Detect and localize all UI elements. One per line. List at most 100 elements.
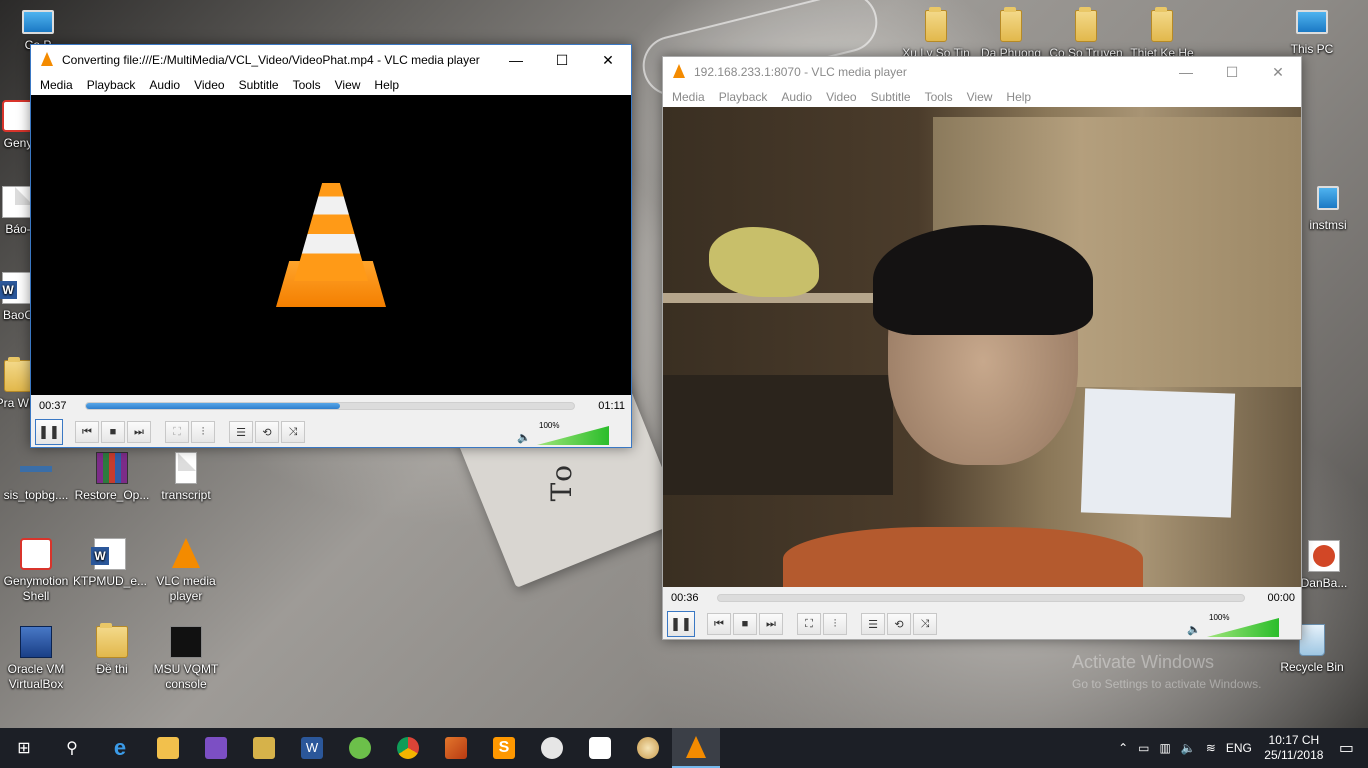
- desktop-icon-ktpmud[interactable]: W KTPMUD_e...: [72, 538, 148, 589]
- taskbar-vlc[interactable]: [672, 728, 720, 768]
- wifi-icon[interactable]: ≋: [1206, 741, 1216, 755]
- sublime-icon: S: [493, 737, 515, 759]
- menu-video[interactable]: Video: [187, 78, 231, 92]
- desktop-icon-msu[interactable]: MSU VQMT console: [148, 626, 224, 692]
- maximize-button[interactable]: ☐: [1209, 57, 1255, 87]
- desktop-icon-xu-ly-so-tin[interactable]: Xu Ly So Tin: [898, 7, 974, 61]
- elapsed-time: 00:36: [671, 592, 699, 604]
- seek-bar[interactable]: [717, 594, 1245, 602]
- taskbar-chrome[interactable]: [384, 728, 432, 768]
- speaker-icon[interactable]: 🔈: [1187, 623, 1201, 636]
- controls-row: ❚❚ ⏮ ■ ⏭ ⛶ ⫶ ☰ ⟲ ⤨ 🔈 100%: [31, 417, 631, 447]
- playlist-button[interactable]: ☰: [861, 613, 885, 635]
- extended-settings-button[interactable]: ⫶: [191, 421, 215, 443]
- volume-control[interactable]: 🔈 100%: [517, 421, 613, 445]
- title-bar[interactable]: 192.168.233.1:8070 - VLC media player — …: [663, 57, 1301, 87]
- tray-chevron-up-icon[interactable]: ⌃: [1118, 741, 1128, 755]
- taskbar-word[interactable]: W: [288, 728, 336, 768]
- vlc-window-converting[interactable]: Converting file:///E:/MultiMedia/VCL_Vid…: [30, 44, 632, 448]
- fullscreen-button[interactable]: ⛶: [797, 613, 821, 635]
- next-button[interactable]: ⏭: [127, 421, 151, 443]
- minimize-button[interactable]: —: [1163, 57, 1209, 87]
- menu-audio[interactable]: Audio: [142, 78, 187, 92]
- stop-button[interactable]: ■: [101, 421, 125, 443]
- menu-tools[interactable]: Tools: [918, 90, 960, 104]
- desktop-icon-da-phuong[interactable]: Da Phuong: [973, 7, 1049, 61]
- vlc-window-stream[interactable]: 192.168.233.1:8070 - VLC media player — …: [662, 56, 1302, 640]
- network-bars-icon[interactable]: ▥: [1160, 741, 1171, 755]
- menu-playback[interactable]: Playback: [712, 90, 775, 104]
- speaker-icon[interactable]: 🔈: [517, 431, 531, 444]
- menu-tools[interactable]: Tools: [286, 78, 328, 92]
- desktop-icon-virtualbox[interactable]: Oracle VM VirtualBox: [0, 626, 74, 692]
- menu-audio[interactable]: Audio: [774, 90, 819, 104]
- menu-media[interactable]: Media: [33, 78, 80, 92]
- title-bar[interactable]: Converting file:///E:/MultiMedia/VCL_Vid…: [31, 45, 631, 75]
- taskbar-visual-studio[interactable]: [192, 728, 240, 768]
- maximize-button[interactable]: ☐: [539, 45, 585, 75]
- shuffle-button[interactable]: ⤨: [913, 613, 937, 635]
- desktop-icon-this-pc[interactable]: This PC: [1274, 10, 1350, 57]
- minimize-button[interactable]: —: [493, 45, 539, 75]
- menu-subtitle[interactable]: Subtitle: [232, 78, 286, 92]
- video-area[interactable]: [663, 107, 1301, 587]
- desktop-icon-co-so-truyen[interactable]: Co So Truyen: [1048, 7, 1124, 61]
- desktop-icon-restore[interactable]: Restore_Op...: [74, 452, 150, 503]
- desktop-icon-transcript[interactable]: transcript: [148, 452, 224, 503]
- volume-icon[interactable]: 🔈: [1181, 741, 1196, 755]
- language-indicator[interactable]: ENG: [1226, 741, 1252, 755]
- folder-icon: [157, 737, 179, 759]
- tools-icon: [253, 737, 275, 759]
- close-button[interactable]: ✕: [1255, 57, 1301, 87]
- shuffle-button[interactable]: ⤨: [281, 421, 305, 443]
- taskbar-sublime[interactable]: S: [480, 728, 528, 768]
- battery-icon[interactable]: ▭: [1138, 741, 1149, 755]
- clock[interactable]: 10:17 CH 25/11/2018: [1257, 733, 1331, 763]
- desktop-icon-label: sis_topbg....: [3, 488, 69, 502]
- menu-video[interactable]: Video: [819, 90, 863, 104]
- watermark-title: Activate Windows: [1072, 652, 1215, 672]
- desktop-icon-de-thi[interactable]: Đề thi: [74, 623, 150, 677]
- fullscreen-button[interactable]: ⛶: [165, 421, 189, 443]
- menu-media[interactable]: Media: [665, 90, 712, 104]
- notification-icon[interactable]: ▭: [1339, 738, 1354, 758]
- menu-playback[interactable]: Playback: [80, 78, 143, 92]
- watermark-subtitle: Go to Settings to activate Windows.: [1072, 677, 1262, 691]
- next-button[interactable]: ⏭: [759, 613, 783, 635]
- installer-icon: [1317, 186, 1339, 210]
- taskbar-matlab[interactable]: [432, 728, 480, 768]
- taskbar-tools-app[interactable]: [240, 728, 288, 768]
- loop-button[interactable]: ⟲: [255, 421, 279, 443]
- green-app-icon: [349, 737, 371, 759]
- volume-control[interactable]: 🔈 100%: [1187, 613, 1283, 637]
- menu-help[interactable]: Help: [999, 90, 1038, 104]
- stop-button[interactable]: ■: [733, 613, 757, 635]
- previous-button[interactable]: ⏮: [75, 421, 99, 443]
- taskbar-paint-palette[interactable]: [624, 728, 672, 768]
- desktop-icon-genymotion-shell[interactable]: Genymotion Shell: [0, 538, 74, 604]
- menu-subtitle[interactable]: Subtitle: [864, 90, 918, 104]
- desktop-icon-thiet-ke-he[interactable]: Thiet Ke He: [1124, 7, 1200, 61]
- menu-view[interactable]: View: [960, 90, 1000, 104]
- extended-settings-button[interactable]: ⫶: [823, 613, 847, 635]
- previous-button[interactable]: ⏮: [707, 613, 731, 635]
- paint-icon: [541, 737, 563, 759]
- search-button[interactable]: ⚲: [48, 728, 96, 768]
- desktop-icon-sis-topbg[interactable]: sis_topbg....: [0, 452, 74, 503]
- close-button[interactable]: ✕: [585, 45, 631, 75]
- taskbar-paint-app[interactable]: [528, 728, 576, 768]
- playlist-button[interactable]: ☰: [229, 421, 253, 443]
- taskbar-file-explorer[interactable]: [144, 728, 192, 768]
- video-area[interactable]: [31, 95, 631, 395]
- taskbar-camera-app[interactable]: [576, 728, 624, 768]
- menu-help[interactable]: Help: [367, 78, 406, 92]
- taskbar-edge[interactable]: e: [96, 728, 144, 768]
- loop-button[interactable]: ⟲: [887, 613, 911, 635]
- taskbar-green-app[interactable]: [336, 728, 384, 768]
- seek-bar[interactable]: [85, 402, 575, 410]
- pause-button[interactable]: ❚❚: [667, 611, 695, 637]
- start-button[interactable]: ⊞: [0, 728, 48, 768]
- desktop-icon-vlc[interactable]: VLC media player: [148, 538, 224, 604]
- menu-view[interactable]: View: [328, 78, 368, 92]
- pause-button[interactable]: ❚❚: [35, 419, 63, 445]
